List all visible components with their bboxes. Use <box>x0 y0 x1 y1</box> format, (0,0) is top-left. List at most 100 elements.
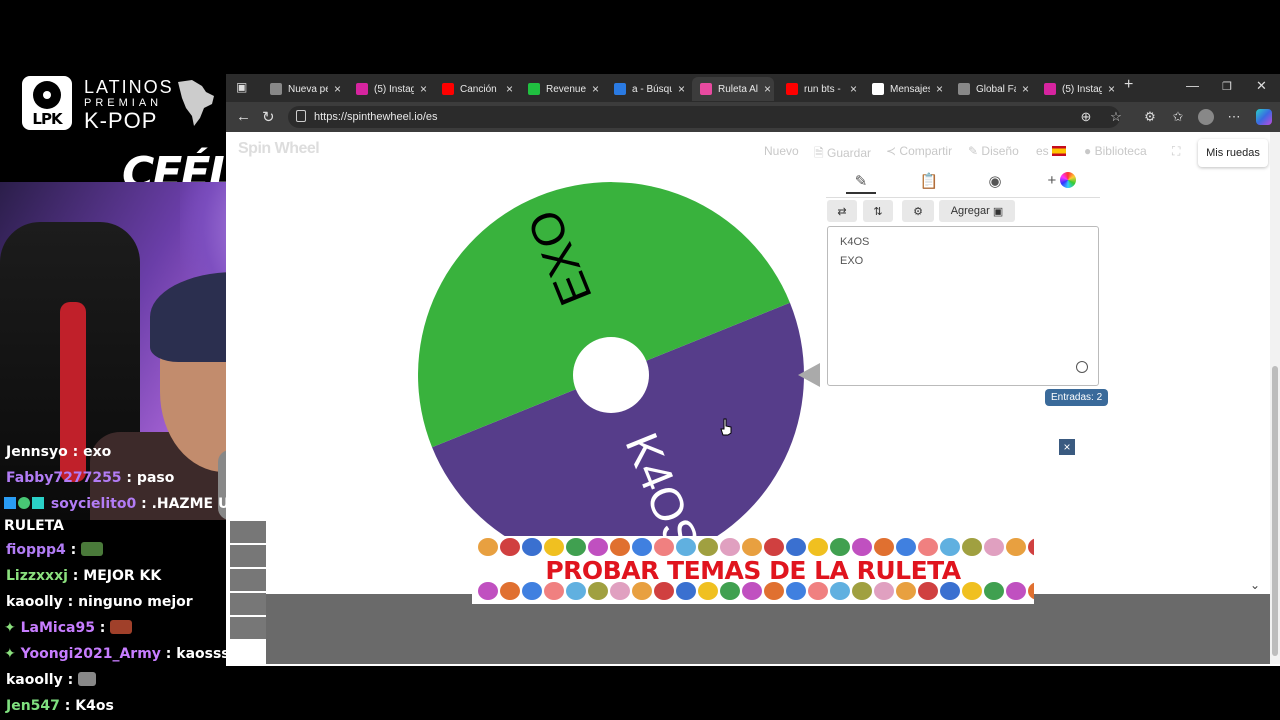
spin-wheel[interactable]: K4OSEXO <box>418 182 804 568</box>
tab-label: Ruleta Aleatoria <box>718 83 758 95</box>
themes-banner[interactable]: PROBAR TEMAS DE LA RULETA <box>472 536 1034 604</box>
chat-message: Lizzxxxj : MEJOR KK <box>6 568 162 584</box>
close-icon[interactable]: × <box>1059 439 1075 455</box>
tab-favicon-icon <box>700 83 712 95</box>
banner-title: PROBAR TEMAS DE LA RULETA <box>545 556 961 585</box>
chat-message: kaoolly : <box>6 672 97 688</box>
tab-label: a - Búsqueda <box>632 83 672 95</box>
back-icon[interactable]: ← <box>236 108 251 125</box>
site-logo[interactable]: Spin Wheel <box>238 140 320 158</box>
tab-favicon-icon <box>958 83 970 95</box>
tab-label: run bts - <box>804 83 841 95</box>
browser-tab[interactable]: Nueva pestaña × <box>262 77 344 101</box>
tab-close-icon[interactable]: × <box>678 82 685 96</box>
chat-text: ninguno mejor <box>78 594 193 610</box>
profile-avatar[interactable] <box>1198 109 1214 125</box>
emoji-icon <box>654 582 674 600</box>
emoji-icon <box>940 582 960 600</box>
emoji-icon <box>830 582 850 600</box>
tab-actions-icon[interactable]: ▣ <box>236 80 247 94</box>
shuffle-button[interactable]: ⇄ <box>827 200 857 222</box>
emoji-icon <box>478 538 498 556</box>
tab-close-icon[interactable]: × <box>1108 82 1115 96</box>
entries-textarea[interactable]: K4OS EXO <box>827 226 1099 386</box>
pencil-icon[interactable]: ✎ <box>846 172 876 194</box>
copilot-icon[interactable] <box>1256 109 1272 125</box>
emoji-icon <box>852 538 872 556</box>
tab-close-icon[interactable]: × <box>850 82 857 96</box>
tab-close-icon[interactable]: × <box>1022 82 1029 96</box>
tab-close-icon[interactable]: × <box>420 82 427 96</box>
tab-favicon-icon <box>528 83 540 95</box>
refresh-icon[interactable]: ↻ <box>262 108 275 126</box>
logo-badge-text: LPK <box>32 110 62 128</box>
browser-tab[interactable]: Ruleta Aleatoria × <box>692 77 774 101</box>
emoji-icon <box>896 582 916 600</box>
chat-message: ✦ LaMica95 : <box>4 620 133 636</box>
wheel-hub[interactable] <box>573 337 649 413</box>
sort-icon: ⇅ <box>873 205 883 218</box>
eye-slash-icon[interactable]: ◉ <box>980 172 1010 194</box>
settings-button[interactable]: ⚙ <box>902 200 934 222</box>
emoji-icon <box>500 582 520 600</box>
nav-diseno-label: Diseño <box>981 144 1019 158</box>
add-color-button[interactable]: + <box>1042 172 1082 194</box>
entry-line: K4OS <box>840 236 870 248</box>
nav-guardar[interactable]: 🗎 Guardar <box>814 144 871 165</box>
tab-label: Mensajes <box>890 83 930 95</box>
browser-tab[interactable]: (5) Instagram × <box>348 77 430 101</box>
bottom-gray-band <box>266 594 1270 664</box>
extensions-icon[interactable]: ⚙ <box>1142 109 1158 125</box>
more-menu-icon[interactable]: ⋯ <box>1226 109 1242 125</box>
fullscreen-icon[interactable]: ⛶ <box>1172 144 1180 159</box>
browser-tab[interactable]: (5) Instagram × <box>1036 77 1118 101</box>
emoji-icon[interactable] <box>1076 361 1088 373</box>
emoji-icon <box>1028 582 1034 600</box>
minimize-button[interactable]: — <box>1186 78 1199 93</box>
emoji-icon <box>852 582 872 600</box>
tab-close-icon[interactable]: × <box>592 82 599 96</box>
browser-tab[interactable]: a - Búsqueda × <box>606 77 688 101</box>
agregar-button[interactable]: Agregar ▣ <box>939 200 1015 222</box>
tab-label: Canción <box>460 83 497 95</box>
nav-compartir[interactable]: ≺ Compartir <box>886 144 952 158</box>
entries-count-badge: Entradas: 2 <box>1045 389 1109 406</box>
reader-icon[interactable]: ⊕ <box>1078 109 1094 125</box>
emoji-icon <box>808 538 828 556</box>
tab-close-icon[interactable]: × <box>334 82 341 96</box>
browser-tab[interactable]: Mensajes × <box>864 77 946 101</box>
tab-close-icon[interactable]: × <box>764 82 771 96</box>
close-window-button[interactable]: ✕ <box>1256 78 1267 94</box>
screen: LPK LATINOS PREMIAN K-POP CEÉLI Jennsyo … <box>0 0 1280 720</box>
emoji-icon <box>1006 582 1026 600</box>
chat-user: Yoongi2021_Army <box>20 646 161 662</box>
emoji-icon <box>676 582 696 600</box>
mis-ruedas-button[interactable]: Mis ruedas <box>1198 139 1268 167</box>
nav-biblioteca[interactable]: ● Biblioteca <box>1084 144 1147 158</box>
url-field[interactable]: https://spinthewheel.io/es <box>288 106 1120 128</box>
clipboard-icon[interactable]: 📋 <box>914 172 944 194</box>
tab-close-icon[interactable]: × <box>506 82 513 96</box>
nav-nuevo[interactable]: Nuevo <box>764 144 799 158</box>
tab-close-icon[interactable]: × <box>936 82 943 96</box>
browser-tab[interactable]: Revenue × <box>520 77 602 101</box>
tab-strip: ▣ Nueva pestaña×(5) Instagram×Canción×Re… <box>226 74 1280 102</box>
emoji-icon <box>632 538 652 556</box>
restore-button[interactable]: ❐ <box>1222 80 1232 93</box>
browser-tab[interactable]: run bts - × <box>778 77 860 101</box>
favorites-icon[interactable]: ✩ <box>1170 109 1186 125</box>
sort-button[interactable]: ⇅ <box>863 200 893 222</box>
emoji-icon <box>962 538 982 556</box>
scrollbar-thumb[interactable] <box>1272 366 1278 656</box>
save-icon: 🗎 <box>814 146 824 160</box>
chevron-down-icon[interactable]: ⌄ <box>1250 578 1260 592</box>
new-tab-button[interactable]: + <box>1124 76 1133 94</box>
favorite-star-icon[interactable]: ☆ <box>1108 109 1124 125</box>
chat-text: kaosss <box>176 646 230 662</box>
browser-tab[interactable]: Global Fan × <box>950 77 1032 101</box>
page-scrollbar[interactable]: ⌄ <box>1250 132 1280 664</box>
nav-diseno[interactable]: ✎ Diseño <box>968 144 1019 158</box>
browser-tab[interactable]: Canción × <box>434 77 516 101</box>
emoji-icon <box>676 538 696 556</box>
nav-language[interactable]: es <box>1036 144 1067 158</box>
